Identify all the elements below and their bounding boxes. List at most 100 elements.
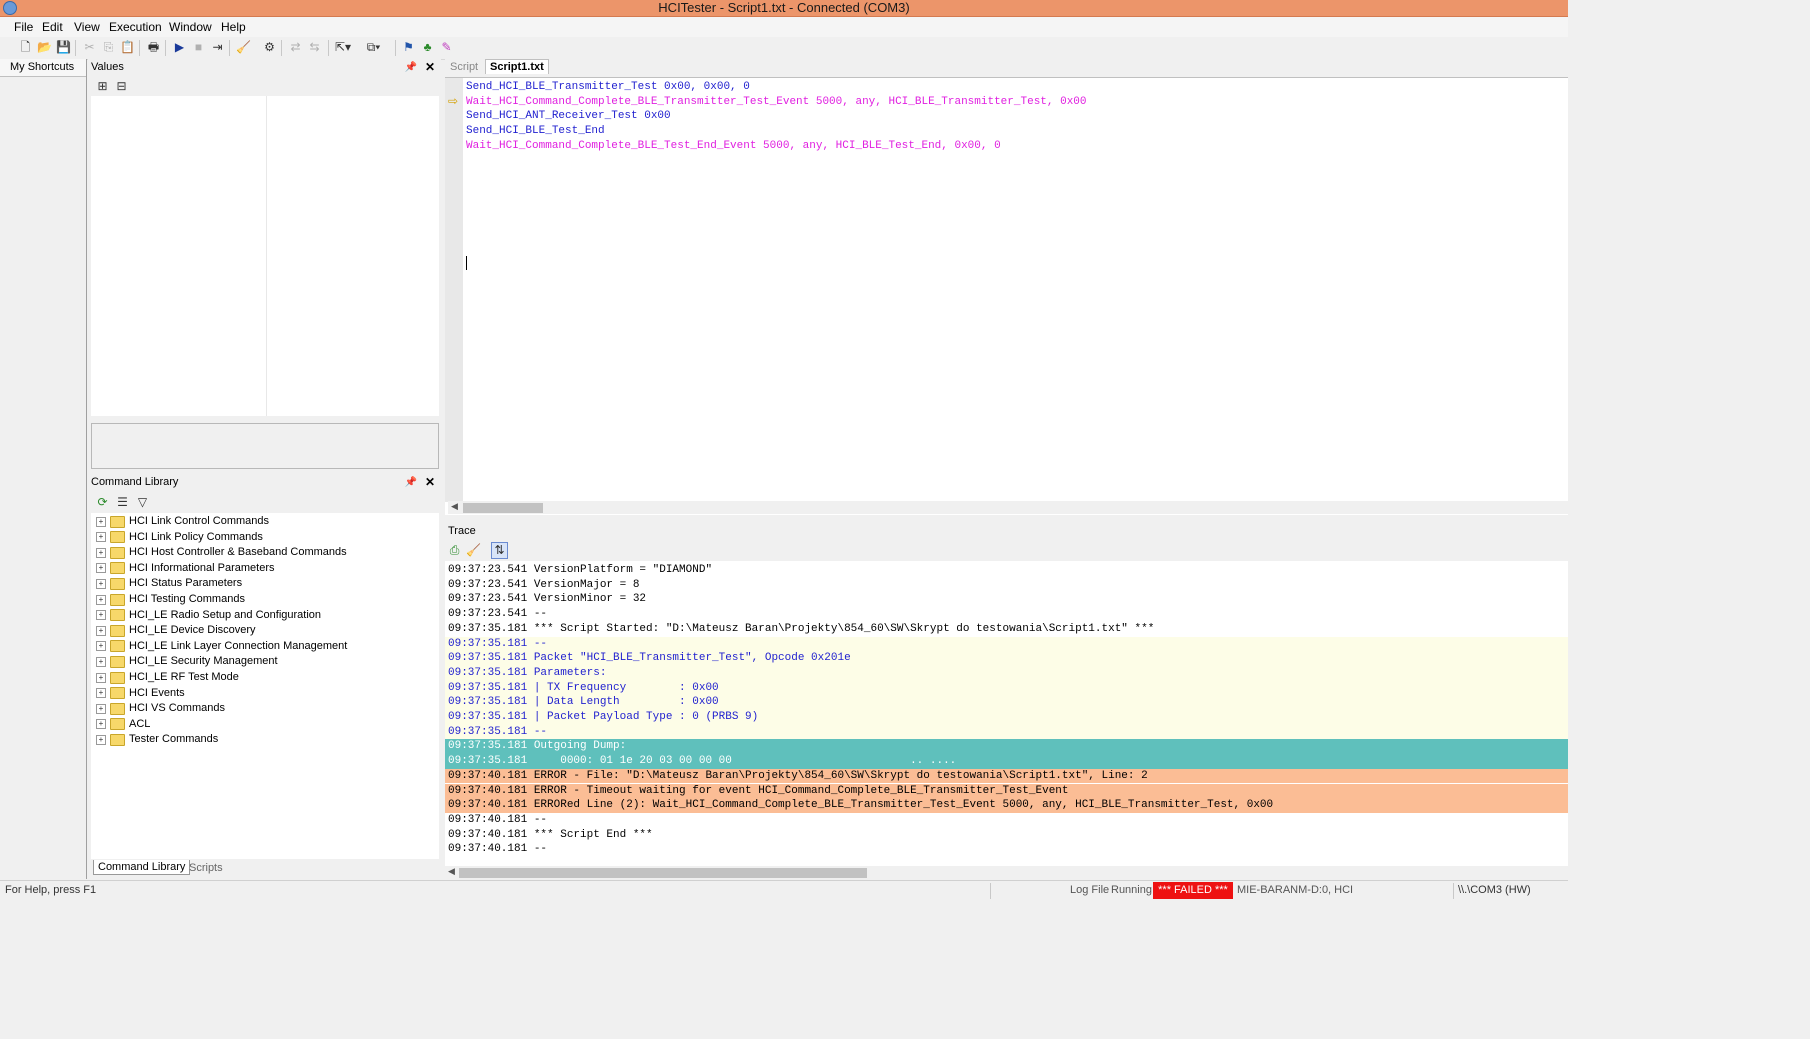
copy-icon[interactable]: ⎘ <box>101 40 116 55</box>
expand-icon[interactable]: + <box>96 516 106 527</box>
folder-icon <box>110 687 125 700</box>
script-line[interactable]: Send_HCI_BLE_Test_End <box>466 124 605 138</box>
scroll-left-icon[interactable]: ◀ <box>448 866 455 877</box>
new-file-icon[interactable]: 🗋 <box>18 40 33 55</box>
run-icon[interactable]: ▶ <box>172 40 187 55</box>
folder-icon <box>110 531 125 544</box>
script-line[interactable]: Wait_HCI_Command_Complete_BLE_Transmitte… <box>466 95 1087 109</box>
scroll-thumb[interactable] <box>463 503 543 513</box>
expand-icon[interactable]: + <box>96 594 106 605</box>
tree-item[interactable]: + HCI_LE Link Layer Connection Management <box>96 639 347 654</box>
step-icon[interactable]: ⇥ <box>210 40 225 55</box>
shortcuts-label[interactable]: My Shortcuts <box>0 59 86 77</box>
tree-item[interactable]: + HCI Events <box>96 686 185 701</box>
expand-icon[interactable]: + <box>96 578 106 589</box>
tree-item[interactable]: + HCI Link Policy Commands <box>96 530 263 545</box>
disconnect-icon[interactable]: ⇆ <box>307 40 322 55</box>
cut-icon[interactable]: ✂ <box>82 40 97 55</box>
script-line[interactable]: Wait_HCI_Command_Complete_BLE_Test_End_E… <box>466 139 1001 153</box>
expand-icon[interactable]: + <box>96 563 106 574</box>
expand-icon[interactable]: + <box>96 610 106 621</box>
export-icon[interactable]: ⎙ <box>447 543 462 558</box>
tab-script[interactable]: Script <box>450 61 478 73</box>
stop-icon[interactable]: ■ <box>191 40 206 55</box>
tree-item[interactable]: + HCI_LE RF Test Mode <box>96 670 239 685</box>
expand-icon[interactable]: + <box>96 656 106 667</box>
trace-line: 09:37:23.541 VersionMinor = 32 <box>445 592 1568 608</box>
pin-icon[interactable]: 📌 <box>405 59 417 76</box>
menu-view[interactable]: View <box>74 20 100 34</box>
settings-icon[interactable]: ⚙ <box>262 40 277 55</box>
expand-icon[interactable]: + <box>96 641 106 652</box>
trace-line: 09:37:40.181 ERRORed Line (2): Wait_HCI_… <box>445 798 1568 813</box>
menu-edit[interactable]: Edit <box>42 20 63 34</box>
expand-icon[interactable]: + <box>96 703 106 714</box>
device-icon[interactable]: ⚑ <box>401 40 416 55</box>
script-line[interactable]: Send_HCI_ANT_Receiver_Test 0x00 <box>466 109 671 123</box>
folder-icon <box>110 671 125 684</box>
folder-icon <box>110 733 125 746</box>
tree-item[interactable]: + HCI Testing Commands <box>96 592 245 607</box>
pin-icon[interactable]: 📌 <box>405 474 417 491</box>
status-machine: MIE-BARANM-D:0, HCI <box>1237 884 1354 896</box>
values-grid[interactable] <box>91 96 439 416</box>
expand-icon[interactable]: + <box>96 719 106 730</box>
trace-line: 09:37:35.181 -- <box>445 636 1568 652</box>
toolbar-separator <box>395 40 396 56</box>
script-line[interactable]: Send_HCI_BLE_Transmitter_Test 0x00, 0x00… <box>466 80 750 94</box>
menu-window[interactable]: Window <box>169 20 212 34</box>
tools-icon[interactable]: ✎ <box>439 40 454 55</box>
tree-item[interactable]: + HCI Host Controller & Baseband Commands <box>96 545 347 560</box>
expand-icon[interactable]: + <box>96 672 106 683</box>
scroll-thumb[interactable] <box>459 868 867 878</box>
tree-item[interactable]: + ACL <box>96 717 150 732</box>
pointer-dropdown-icon[interactable]: ⇱▾ <box>335 40 351 55</box>
save-icon[interactable]: 💾 <box>56 40 71 55</box>
tree-item[interactable]: + HCI Informational Parameters <box>96 561 275 576</box>
close-icon[interactable]: ✕ <box>425 474 435 491</box>
tab-command-library[interactable]: Command Library <box>93 860 191 875</box>
autoscroll-toggle-icon[interactable]: ⇅ <box>491 542 508 559</box>
scroll-left-icon[interactable]: ◀ <box>451 501 458 512</box>
folder-icon <box>110 546 125 559</box>
values-add-icon[interactable]: ⊞ <box>95 79 110 94</box>
tree-item[interactable]: + HCI Status Parameters <box>96 576 242 591</box>
copy-dropdown-icon[interactable]: ⧉▾ <box>366 40 381 55</box>
paste-icon[interactable]: 📋 <box>120 40 135 55</box>
tab-script1-txt[interactable]: Script1.txt <box>485 59 549 74</box>
clear-icon[interactable]: 🧹 <box>236 40 251 55</box>
expand-icon[interactable]: + <box>96 625 106 636</box>
trace-header: Trace <box>445 523 1568 540</box>
tree-item[interactable]: + Tester Commands <box>96 732 218 747</box>
menu-execution[interactable]: Execution <box>109 20 162 34</box>
tree-item[interactable]: + HCI_LE Security Management <box>96 654 278 669</box>
trace-hscrollbar[interactable]: ◀ <box>445 866 1568 879</box>
network-icon[interactable]: ♣ <box>420 40 435 55</box>
expand-icon[interactable]: + <box>96 532 106 543</box>
filter-icon[interactable]: ▽ <box>135 495 150 510</box>
menu-file[interactable]: File <box>14 20 33 34</box>
folder-icon <box>110 702 125 715</box>
tree-item[interactable]: + HCI_LE Radio Setup and Configuration <box>96 608 321 623</box>
menu-bar: File Edit View Execution Window Help <box>0 17 1568 37</box>
refresh-icon[interactable]: ⟳ <box>95 495 110 510</box>
list-icon[interactable]: ☰ <box>115 495 130 510</box>
tab-scripts[interactable]: Scripts <box>185 861 227 875</box>
expand-icon[interactable]: + <box>96 688 106 699</box>
connect-icon[interactable]: ⇄ <box>288 40 303 55</box>
print-icon[interactable]: 🖶 <box>146 40 161 55</box>
expand-icon[interactable]: + <box>96 734 106 745</box>
editor-hscrollbar[interactable]: ◀ <box>448 501 1568 514</box>
open-folder-icon[interactable]: 📂 <box>37 40 52 55</box>
tree-item[interactable]: + HCI VS Commands <box>96 701 225 716</box>
folder-icon <box>110 718 125 731</box>
close-icon[interactable]: ✕ <box>425 59 435 76</box>
tree-item[interactable]: + HCI Link Control Commands <box>96 514 269 529</box>
clear-trace-icon[interactable]: 🧹 <box>466 543 481 558</box>
values-edit-icon[interactable]: ⊟ <box>114 79 129 94</box>
expand-icon[interactable]: + <box>96 547 106 558</box>
menu-help[interactable]: Help <box>221 20 246 34</box>
tree-item[interactable]: + HCI_LE Device Discovery <box>96 623 256 638</box>
tree-item-label: HCI Status Parameters <box>129 577 243 590</box>
folder-icon <box>110 593 125 606</box>
